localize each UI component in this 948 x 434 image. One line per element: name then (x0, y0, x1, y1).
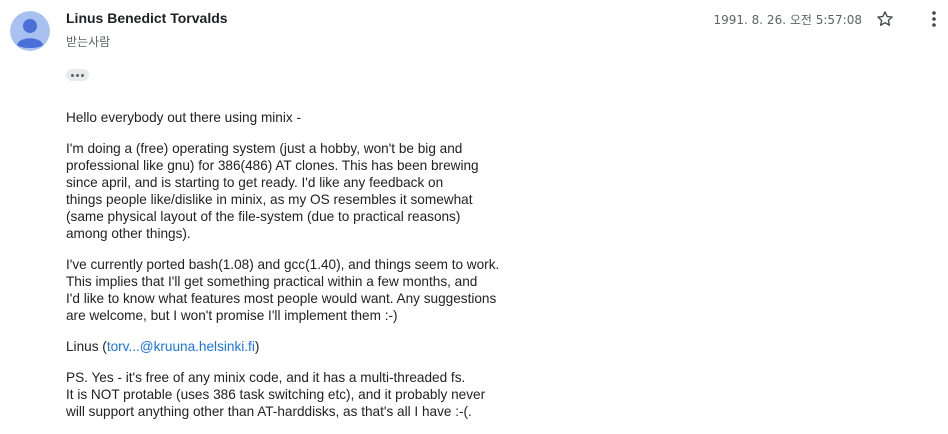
signature-close-paren: ) (254, 339, 260, 354)
avatar-icon[interactable] (10, 11, 50, 51)
recipients-label[interactable]: 받는사람 (66, 33, 110, 50)
message-date: 1991. 8. 26. 오전 5:57:08 (713, 13, 863, 27)
postscript-paragraph: PS. Yes - it's free of any minix code, a… (66, 370, 486, 419)
signature: Linus (torv...@kruuna.helsinki.fi) (66, 338, 586, 355)
body-paragraph-1: I'm doing a (free) operating system (jus… (66, 141, 479, 241)
star-icon[interactable] (875, 9, 895, 29)
greeting-paragraph: Hello everybody out there using minix - (66, 110, 301, 125)
signature-name: Linus (66, 339, 99, 354)
message-body: Hello everybody out there using minix - … (66, 109, 586, 434)
show-trimmed-content-icon[interactable] (66, 69, 89, 81)
sender-name[interactable]: Linus Benedict Torvalds (66, 10, 228, 26)
body-paragraph-2: I've currently ported bash(1.08) and gcc… (66, 257, 500, 323)
signature-email-link[interactable]: torv...@kruuna.helsinki.fi (107, 339, 255, 354)
signature-open-paren: ( (98, 339, 107, 354)
more-vert-icon[interactable] (924, 9, 944, 29)
